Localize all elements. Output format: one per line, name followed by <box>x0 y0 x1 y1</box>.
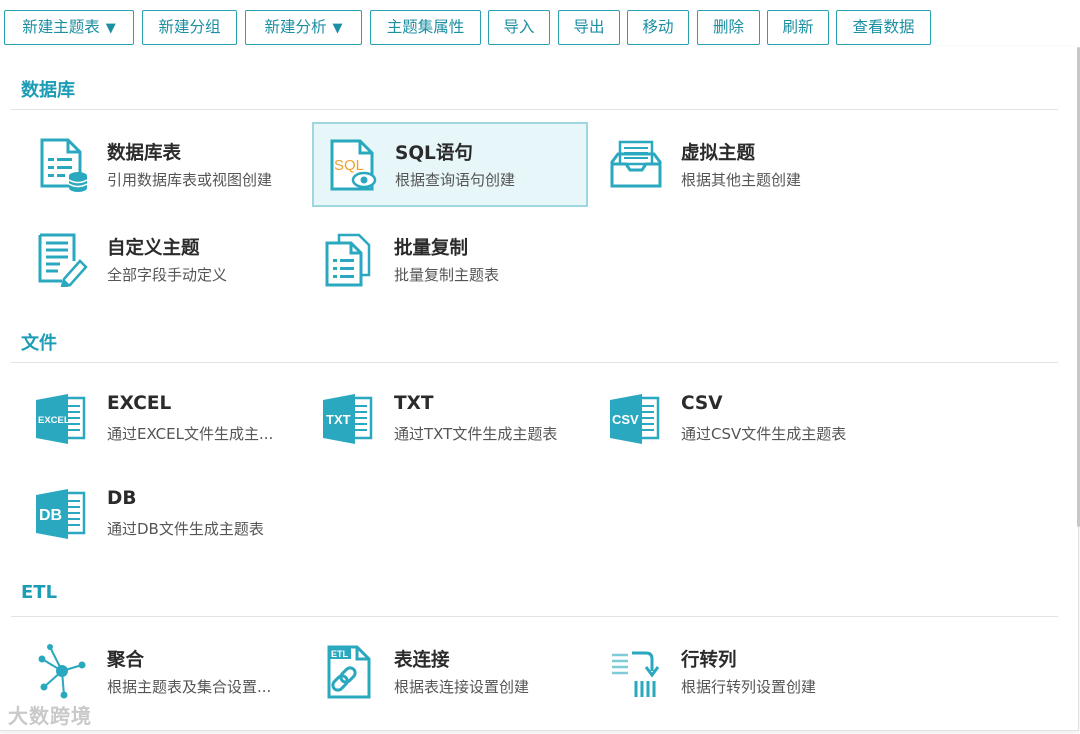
properties-button[interactable]: 主题集属性 <box>370 10 481 45</box>
aggregate-icon <box>38 644 86 699</box>
option-title: 行转列 <box>681 650 737 671</box>
csv-icon-text: CSV <box>612 412 639 427</box>
sql-icon: SQL <box>330 139 377 191</box>
option-database-table[interactable]: 数据库表 引用数据库表或视图创建 <box>12 122 285 204</box>
option-description: 根据表连接设置创建 <box>394 678 530 696</box>
txt-file-icon: TXT <box>323 394 373 444</box>
table-join-icon: ETL <box>327 645 371 699</box>
view-data-button[interactable]: 查看数据 <box>836 10 931 45</box>
section-divider <box>11 109 1058 110</box>
option-custom-topic[interactable]: 自定义主题 全部字段手动定义 <box>12 217 285 299</box>
option-virtual-topic[interactable]: 虚拟主题 根据其他主题创建 <box>586 122 859 204</box>
section-title-file: 文件 <box>21 333 57 354</box>
option-title: 数据库表 <box>107 143 182 164</box>
option-title: CSV <box>681 393 723 414</box>
txt-icon-text: TXT <box>326 412 351 427</box>
db-file-icon: DB <box>36 489 86 539</box>
option-title: TXT <box>394 393 434 414</box>
excel-file-icon: EXCEL <box>36 394 86 444</box>
move-button[interactable]: 移动 <box>627 10 689 45</box>
option-title: 表连接 <box>394 650 450 671</box>
database-table-icon <box>40 138 88 192</box>
chevron-down-icon: ▼ <box>105 21 116 36</box>
inbox-icon <box>610 140 662 188</box>
option-title: DB <box>107 488 137 509</box>
option-title: 虚拟主题 <box>681 143 756 164</box>
option-description: 根据其他主题创建 <box>681 171 802 189</box>
copy-documents-icon <box>325 233 371 287</box>
option-description: 全部字段手动定义 <box>107 266 228 284</box>
csv-file-icon: CSV <box>610 394 660 444</box>
db-icon-text: DB <box>39 507 62 524</box>
option-title: 聚合 <box>107 650 145 671</box>
option-title: 自定义主题 <box>107 238 200 259</box>
etl-icon-text: ETL <box>331 649 349 659</box>
edit-document-icon <box>38 233 88 287</box>
option-title: SQL语句 <box>395 143 473 164</box>
new-analysis-label: 新建分析 <box>264 18 327 36</box>
refresh-button[interactable]: 刷新 <box>767 10 829 45</box>
section-title-etl: ETL <box>21 582 58 603</box>
option-aggregate[interactable]: 聚合 根据主题表及集合设置... <box>12 629 285 711</box>
option-sql-statement[interactable]: SQL SQL语句 根据查询语句创建 <box>312 122 588 207</box>
new-group-button[interactable]: 新建分组 <box>142 10 237 45</box>
export-button[interactable]: 导出 <box>558 10 620 45</box>
option-description: 通过DB文件生成主题表 <box>107 520 264 538</box>
option-txt[interactable]: TXT TXT 通过TXT文件生成主题表 <box>299 376 572 458</box>
pivot-icon <box>612 651 660 697</box>
section-divider <box>11 362 1058 363</box>
toolbar: 新建主题表 ▼ 新建分组 新建分析 ▼ 主题集属性 导入 导出 移动 删除 刷新 查… <box>0 0 1080 52</box>
option-description: 通过TXT文件生成主题表 <box>394 425 558 443</box>
option-description: 通过EXCEL文件生成主... <box>107 425 274 443</box>
option-table-join[interactable]: ETL 表连接 根据表连接设置创建 <box>299 629 572 711</box>
option-description: 批量复制主题表 <box>394 266 500 284</box>
import-button[interactable]: 导入 <box>488 10 550 45</box>
option-csv[interactable]: CSV CSV 通过CSV文件生成主题表 <box>586 376 859 458</box>
option-row-to-column[interactable]: 行转列 根据行转列设置创建 <box>586 629 859 711</box>
option-db[interactable]: DB DB 通过DB文件生成主题表 <box>12 471 285 553</box>
delete-button[interactable]: 删除 <box>697 10 760 45</box>
option-title: 批量复制 <box>394 238 469 259</box>
option-description: 根据查询语句创建 <box>395 171 516 189</box>
new-analysis-button[interactable]: 新建分析 ▼ <box>245 10 362 45</box>
option-batch-copy[interactable]: 批量复制 批量复制主题表 <box>299 217 572 299</box>
new-table-dropdown-panel: 数据库 数据库表 引用数据库表或视图创建 SQL SQL语句 根据查询语句创建 <box>0 47 1079 731</box>
new-table-label: 新建主题表 <box>22 18 100 36</box>
option-description: 根据主题表及集合设置... <box>107 678 272 696</box>
option-description: 引用数据库表或视图创建 <box>107 171 273 189</box>
new-table-button[interactable]: 新建主题表 ▼ <box>4 10 134 45</box>
section-title-database: 数据库 <box>21 80 75 101</box>
option-description: 通过CSV文件生成主题表 <box>681 425 847 443</box>
option-description: 根据行转列设置创建 <box>681 678 817 696</box>
excel-icon-text: EXCEL <box>38 415 70 426</box>
chevron-down-icon: ▼ <box>332 21 343 36</box>
watermark: 大数跨境 <box>8 704 92 728</box>
option-excel[interactable]: EXCEL EXCEL 通过EXCEL文件生成主... <box>12 376 285 458</box>
sql-icon-text: SQL <box>334 157 364 174</box>
section-divider <box>11 616 1058 617</box>
option-title: EXCEL <box>107 393 172 414</box>
